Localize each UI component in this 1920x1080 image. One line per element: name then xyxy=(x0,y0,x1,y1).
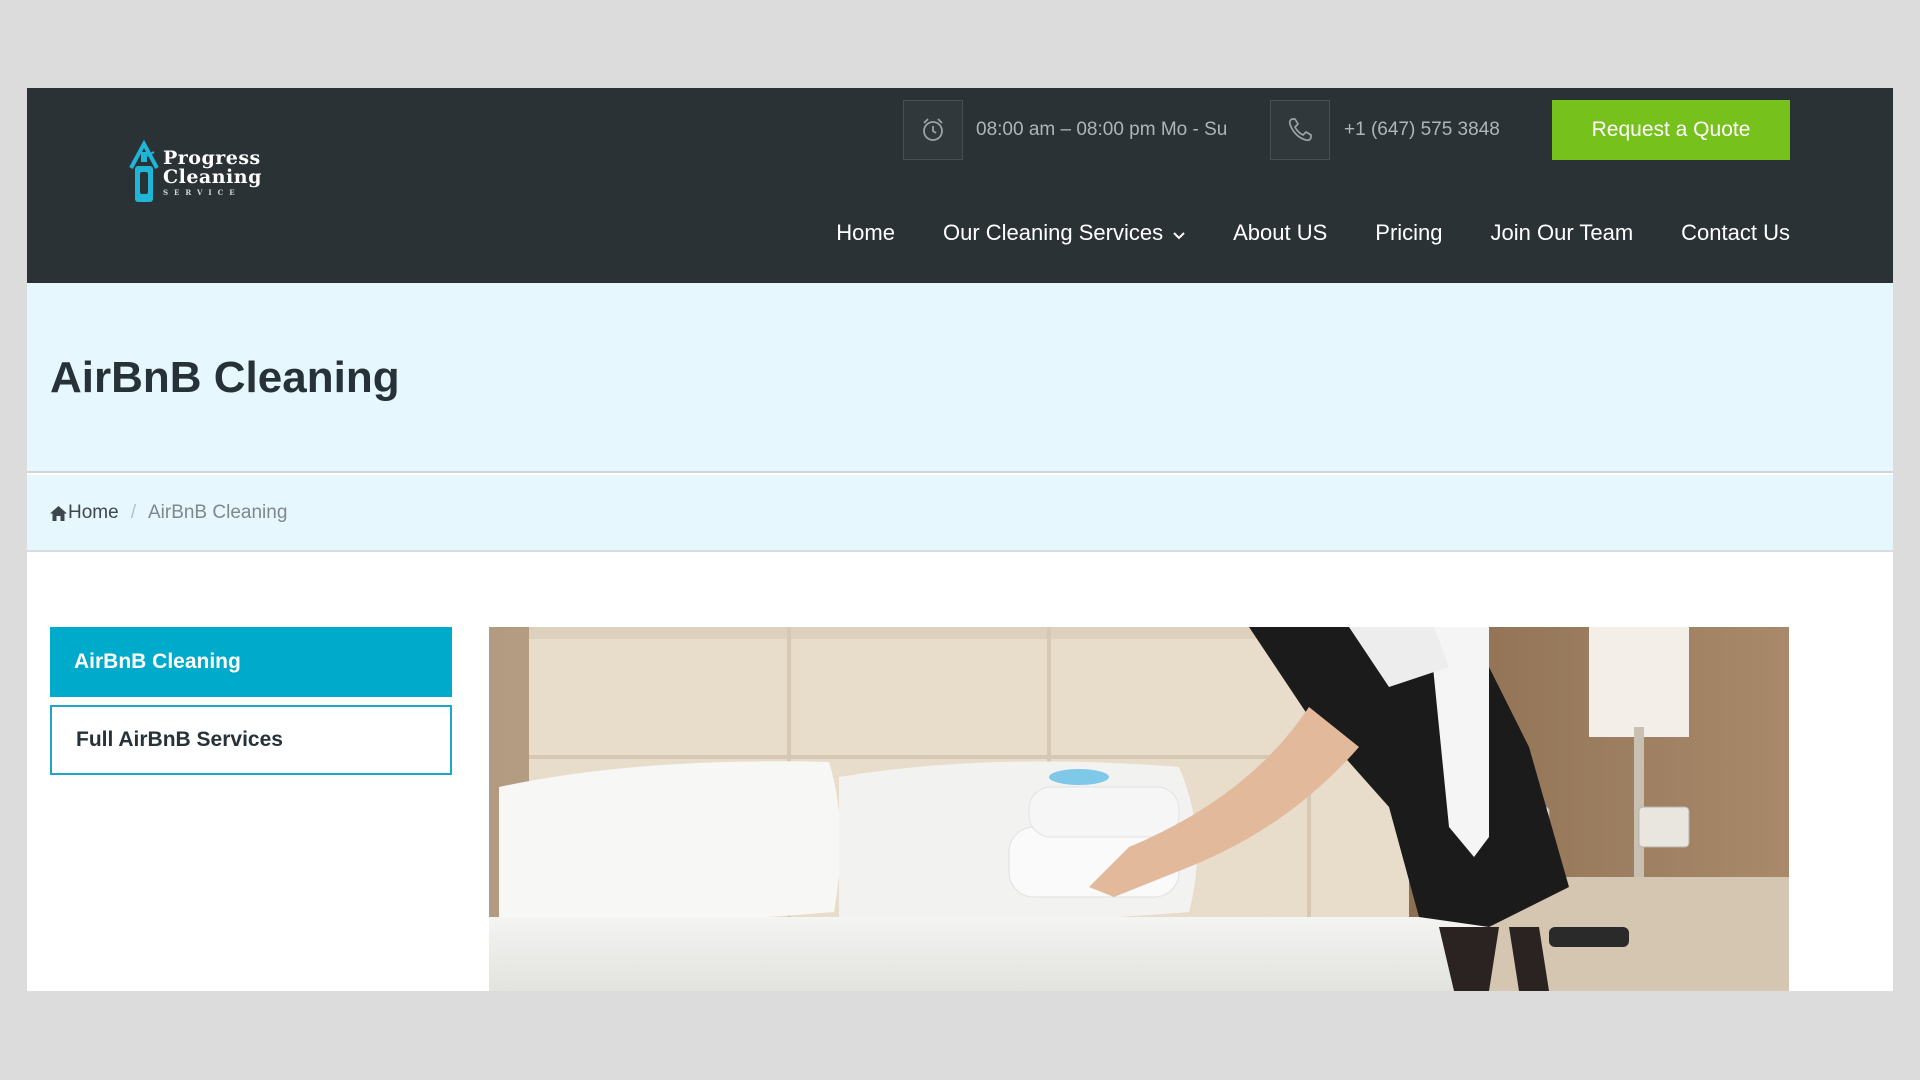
logo-wordmark: Progress Cleaning SERVICE xyxy=(163,146,262,197)
sidebar-item-full-airbnb-services[interactable]: Full AirBnB Services xyxy=(50,705,452,775)
logo-line-2: Cleaning xyxy=(163,165,262,188)
chevron-down-icon xyxy=(1173,220,1185,246)
house-bottle-logo-icon xyxy=(129,139,159,202)
phone-icon xyxy=(1288,118,1312,142)
site-page: Progress Cleaning SERVICE 08:00 am – 08:… xyxy=(27,88,1893,991)
page-title: AirBnB Cleaning xyxy=(50,353,400,402)
breadcrumb-home-label: Home xyxy=(68,502,119,523)
breadcrumb-separator: / xyxy=(130,502,136,523)
nav-item-join-our-team[interactable]: Join Our Team xyxy=(1491,220,1634,246)
nav-item-label: Our Cleaning Services xyxy=(942,220,1164,245)
breadcrumb-current: AirBnB Cleaning xyxy=(147,502,288,523)
page-title-band: AirBnB Cleaning xyxy=(27,283,1893,473)
home-icon xyxy=(50,505,67,521)
request-quote-button[interactable]: Request a Quote xyxy=(1552,100,1790,160)
main-nav: Home Our Cleaning Services About US Pric… xyxy=(27,220,1790,246)
site-logo[interactable]: Progress Cleaning SERVICE xyxy=(127,136,297,208)
site-header: Progress Cleaning SERVICE 08:00 am – 08:… xyxy=(27,88,1893,283)
alarm-clock-icon-box xyxy=(903,100,963,160)
logo-line-1: Progress xyxy=(163,146,261,169)
nav-item-our-cleaning-services[interactable]: Our Cleaning Services xyxy=(943,220,1185,246)
nav-item-contact-us[interactable]: Contact Us xyxy=(1681,220,1790,246)
alarm-clock-icon xyxy=(923,118,943,141)
business-hours: 08:00 am – 08:00 pm Mo - Su xyxy=(976,119,1228,140)
nav-item-pricing[interactable]: Pricing xyxy=(1375,220,1442,246)
breadcrumb-home-link[interactable]: Home xyxy=(50,502,119,524)
breadcrumb-band: Home / AirBnB Cleaning xyxy=(27,475,1893,552)
phone-number[interactable]: +1 (647) 575 3848 xyxy=(1344,119,1500,141)
breadcrumb: Home / AirBnB Cleaning xyxy=(50,502,287,524)
logo-line-3: SERVICE xyxy=(163,187,241,197)
phone-icon-box xyxy=(1270,100,1330,160)
sidebar-item-airbnb-cleaning[interactable]: AirBnB Cleaning xyxy=(50,627,452,697)
nav-item-home[interactable]: Home xyxy=(836,220,895,246)
nav-item-about-us[interactable]: About US xyxy=(1233,220,1327,246)
housekeeper-making-bed-photo xyxy=(489,627,1789,991)
